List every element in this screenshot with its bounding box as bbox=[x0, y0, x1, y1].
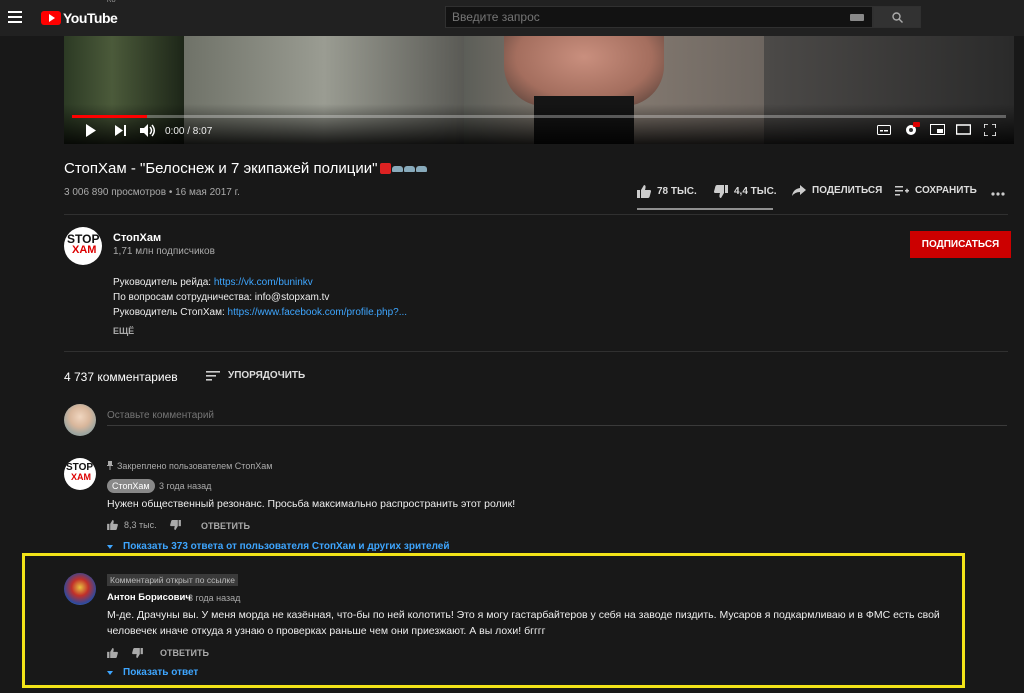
channel-avatar[interactable]: STOP ХАМ bbox=[64, 227, 102, 265]
save-button[interactable]: СОХРАНИТЬ bbox=[895, 185, 977, 196]
volume-icon[interactable] bbox=[140, 124, 156, 137]
comment-like-count: 8,3 тыс. bbox=[124, 520, 157, 530]
description-line: Руководитель рейда: https://vk.com/bunin… bbox=[113, 277, 313, 288]
comment-text-line: М-де. Драчуны вы. У меня морда не казённ… bbox=[107, 609, 940, 621]
theater-mode-icon[interactable] bbox=[956, 124, 971, 135]
save-label: СОХРАНИТЬ bbox=[915, 185, 977, 196]
author-chip[interactable]: СтопХам bbox=[107, 479, 155, 493]
dislike-button[interactable]: 4,4 ТЫС. bbox=[714, 185, 777, 198]
comment-author-name[interactable]: Антон Борисович bbox=[107, 592, 191, 603]
show-more-button[interactable]: ЕЩЁ bbox=[113, 326, 134, 336]
play-icon[interactable] bbox=[85, 124, 97, 137]
description-text: По вопросам сотрудничества: info@stopxam… bbox=[113, 292, 330, 303]
thumb-up-icon[interactable] bbox=[107, 648, 118, 658]
comment-author-avatar[interactable] bbox=[64, 573, 96, 605]
menu-icon[interactable] bbox=[8, 11, 22, 23]
youtube-play-icon bbox=[41, 11, 61, 25]
subtitles-icon[interactable] bbox=[877, 125, 891, 135]
views-date: 3 006 890 просмотров • 16 мая 2017 г. bbox=[64, 187, 240, 198]
settings-icon[interactable] bbox=[904, 122, 920, 137]
share-icon bbox=[792, 185, 806, 196]
logo-text: YouTube bbox=[63, 10, 118, 26]
masthead: YouTube RU bbox=[0, 0, 1024, 36]
more-actions-icon[interactable] bbox=[991, 192, 1005, 196]
police-car-icon bbox=[392, 166, 404, 172]
progress-bar[interactable] bbox=[72, 115, 1006, 118]
description-line: Руководитель СтопХам: https://www.facebo… bbox=[113, 307, 407, 318]
oni-emoji-icon bbox=[380, 163, 392, 174]
like-count: 78 ТЫС. bbox=[657, 186, 697, 197]
facebook-link[interactable]: https://www.facebook.com/profile.php?... bbox=[228, 307, 408, 318]
search-icon bbox=[892, 12, 903, 23]
description-text: Руководитель рейда: bbox=[113, 277, 214, 288]
avatar-xam-text: ХАМ bbox=[72, 244, 97, 256]
fullscreen-icon[interactable] bbox=[984, 124, 996, 136]
divider bbox=[64, 351, 1008, 352]
thumb-up-icon bbox=[637, 185, 651, 198]
dislike-count: 4,4 ТЫС. bbox=[734, 186, 777, 197]
subscribe-button[interactable]: ПОДПИСАТЬСЯ bbox=[910, 231, 1011, 258]
thumb-down-icon bbox=[714, 185, 728, 198]
sort-icon bbox=[206, 370, 220, 381]
police-car-icon bbox=[404, 166, 416, 172]
progress-fill bbox=[72, 115, 147, 118]
pinned-label: Закреплено пользователем СтопХам bbox=[107, 461, 272, 471]
avatar-xam-text: ХАМ bbox=[71, 472, 91, 482]
description-line: По вопросам сотрудничества: info@stopxam… bbox=[113, 292, 329, 303]
playlist-add-icon bbox=[895, 186, 909, 196]
comment-count: 4 737 комментариев bbox=[64, 370, 178, 384]
search-button[interactable] bbox=[873, 6, 921, 28]
thumb-up-icon[interactable] bbox=[107, 520, 118, 530]
like-button[interactable]: 78 ТЫС. bbox=[637, 185, 697, 198]
add-comment-input[interactable] bbox=[107, 406, 1007, 426]
share-label: ПОДЕЛИТЬСЯ bbox=[812, 185, 883, 196]
user-avatar[interactable] bbox=[64, 404, 96, 436]
comment-time[interactable]: 3 года назад bbox=[188, 593, 240, 603]
video-player[interactable]: 0:00 / 8:07 bbox=[64, 36, 1014, 144]
comment-time[interactable]: 3 года назад bbox=[159, 481, 211, 491]
description-text: Руководитель СтопХам: bbox=[113, 307, 228, 318]
show-reply-label: Показать ответ bbox=[123, 667, 199, 678]
logo-region: RU bbox=[107, 0, 116, 4]
comment-text: Нужен общественный резонанс. Просьба мак… bbox=[107, 498, 516, 510]
comment-actions bbox=[107, 648, 143, 658]
sort-label: УПОРЯДОЧИТЬ bbox=[228, 370, 306, 381]
video-title: СтопХам - "Белоснеж и 7 экипажей полиции… bbox=[64, 160, 428, 177]
share-button[interactable]: ПОДЕЛИТЬСЯ bbox=[792, 185, 882, 196]
pin-icon bbox=[107, 461, 113, 470]
show-reply-button[interactable]: Показать ответ bbox=[107, 667, 198, 678]
show-replies-label: Показать 373 ответа от пользователя Стоп… bbox=[123, 541, 450, 552]
reply-button[interactable]: ОТВЕТИТЬ bbox=[201, 521, 250, 531]
thumb-down-icon[interactable] bbox=[169, 520, 181, 530]
reply-button[interactable]: ОТВЕТИТЬ bbox=[160, 648, 209, 658]
video-title-text: СтопХам - "Белоснеж и 7 экипажей полиции… bbox=[64, 160, 378, 177]
search-input[interactable] bbox=[446, 7, 872, 27]
comment-text-line: человечек иначе откуда я узнаю о проверк… bbox=[107, 625, 546, 637]
time-display: 0:00 / 8:07 bbox=[165, 126, 213, 137]
subscriber-count: 1,71 млн подписчиков bbox=[113, 246, 215, 257]
show-replies-button[interactable]: Показать 373 ответа от пользователя Стоп… bbox=[107, 541, 450, 552]
miniplayer-icon[interactable] bbox=[930, 124, 945, 135]
sort-button[interactable]: УПОРЯДОЧИТЬ bbox=[206, 370, 305, 381]
vk-link[interactable]: https://vk.com/buninkv bbox=[214, 277, 313, 288]
sentiment-bar bbox=[637, 208, 773, 210]
comment-actions: 8,3 тыс. bbox=[107, 520, 181, 530]
thumb-down-icon[interactable] bbox=[132, 648, 143, 658]
next-icon[interactable] bbox=[115, 125, 127, 136]
police-car-icon bbox=[416, 166, 428, 172]
comment-author-avatar[interactable]: STOP ХАМ bbox=[64, 458, 96, 490]
keyboard-icon[interactable] bbox=[850, 14, 864, 21]
linked-comment-badge: Комментарий открыт по ссылке bbox=[107, 574, 238, 586]
controls-gradient bbox=[64, 104, 1014, 144]
pinned-text: Закреплено пользователем СтопХам bbox=[117, 461, 273, 471]
channel-name[interactable]: СтопХам bbox=[113, 232, 161, 244]
youtube-logo[interactable]: YouTube bbox=[41, 10, 118, 26]
divider bbox=[64, 214, 1008, 215]
search-box bbox=[445, 6, 873, 28]
